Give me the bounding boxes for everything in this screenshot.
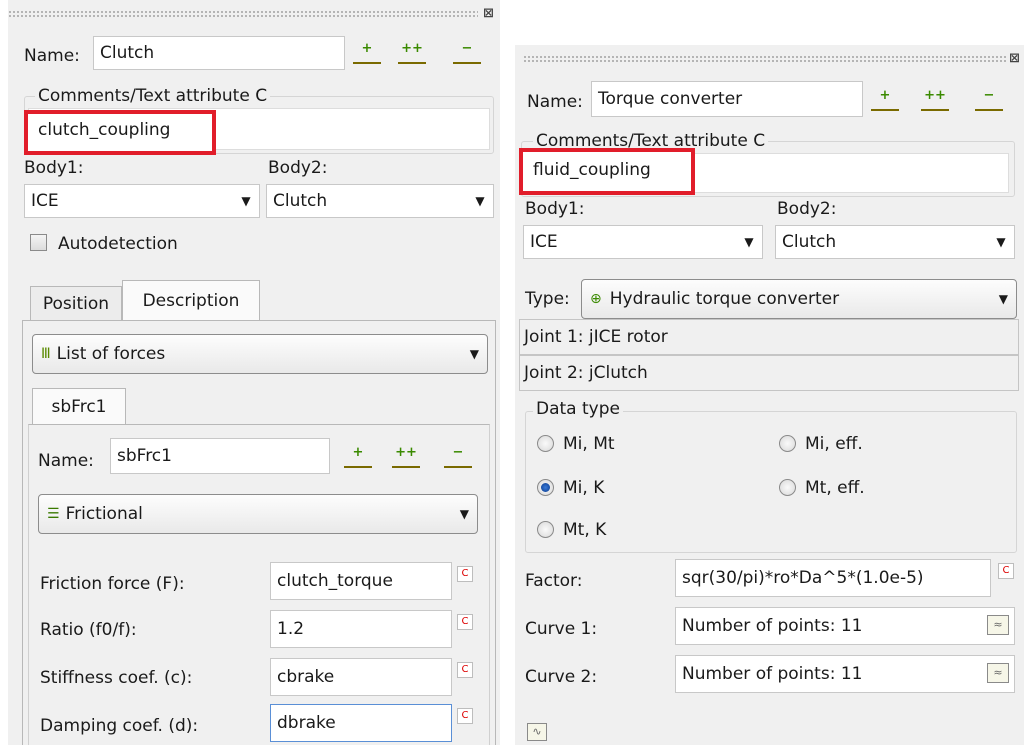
body2-select[interactable]: Clutch ▼ <box>266 184 494 218</box>
type-label: Type: <box>525 289 570 309</box>
forces-type-select[interactable]: Ⅲ List of forces ▼ <box>32 334 488 374</box>
curve1-field[interactable]: Number of points: 11 <box>675 607 1015 645</box>
add-element-icon[interactable]: + <box>871 87 899 111</box>
radio-mi-eff-label: Mi, eff. <box>805 434 863 454</box>
comments-value-highlight: clutch_coupling <box>24 110 216 155</box>
force-type-value: Frictional <box>65 504 143 524</box>
torque-converter-panel: ⊠ Name: Torque converter + ++ − Comments… <box>515 45 1024 745</box>
add-copy-icon[interactable]: ++ <box>392 444 420 468</box>
c-marker-icon[interactable]: C <box>452 662 478 686</box>
radio-mt-k-label: Mt, K <box>563 520 607 540</box>
body1-value: ICE <box>530 232 558 252</box>
autodetection-label: Autodetection <box>58 234 178 254</box>
radio-mi-mt[interactable] <box>537 435 554 452</box>
panel-grip[interactable] <box>8 10 478 17</box>
joint1-label: Joint 1: jICE rotor <box>524 327 668 347</box>
hydraulic-icon: ⊕ <box>590 291 602 307</box>
name-label: Name: <box>527 92 583 112</box>
dropdown-arrow-icon: ▼ <box>469 347 479 361</box>
c-marker-icon[interactable]: C <box>452 708 478 732</box>
curve-editor-icon[interactable]: ≈ <box>987 615 1009 635</box>
body2-label: Body2: <box>268 158 328 178</box>
stiffness-label: Stiffness coef. (c): <box>40 668 193 688</box>
type-select[interactable]: ⊕ Hydraulic torque converter ▼ <box>581 279 1017 319</box>
force-type-select[interactable]: ☰ Frictional ▼ <box>38 494 478 534</box>
c-marker-icon[interactable]: C <box>452 614 478 638</box>
dropdown-arrow-icon: ▼ <box>996 235 1006 249</box>
tab-description[interactable]: Description <box>122 280 260 320</box>
name-input[interactable]: Torque converter <box>591 81 863 117</box>
forces-type-value: List of forces <box>56 344 166 364</box>
radio-mt-eff[interactable] <box>779 479 796 496</box>
name-label: Name: <box>24 46 80 66</box>
damping-label: Damping coef. (d): <box>40 716 199 736</box>
remove-element-icon[interactable]: − <box>444 444 472 468</box>
curve2-label: Curve 2: <box>525 667 598 687</box>
curve2-field[interactable]: Number of points: 11 <box>675 655 1015 693</box>
forces-list-icon: Ⅲ <box>41 346 51 362</box>
body2-label: Body2: <box>777 199 837 219</box>
body2-value: Clutch <box>782 232 837 252</box>
c-marker-icon[interactable]: C <box>993 563 1019 587</box>
autodetection-checkbox[interactable] <box>30 234 47 251</box>
frictional-icon: ☰ <box>47 506 60 522</box>
add-copy-icon[interactable]: ++ <box>398 40 426 64</box>
comments-legend: Comments/Text attribute C <box>35 86 271 106</box>
ratio-input[interactable]: 1.2 <box>270 610 452 648</box>
curve1-value: Number of points: 11 <box>682 616 863 636</box>
panel-grip[interactable] <box>523 55 1007 62</box>
body1-select[interactable]: ICE ▼ <box>523 225 763 259</box>
comments-value-highlight: fluid_coupling <box>519 148 695 195</box>
remove-element-icon[interactable]: − <box>453 40 481 64</box>
dropdown-arrow-icon: ▼ <box>744 235 754 249</box>
dropdown-arrow-icon: ▼ <box>998 292 1008 306</box>
radio-selected-dot <box>541 483 550 492</box>
add-element-icon[interactable]: + <box>353 40 381 64</box>
dropdown-arrow-icon: ▼ <box>475 194 485 208</box>
curve2-value: Number of points: 11 <box>682 664 863 684</box>
body1-value: ICE <box>31 191 59 211</box>
add-element-icon[interactable]: + <box>344 444 372 468</box>
joint2-row[interactable]: Joint 2: jClutch <box>519 355 1019 391</box>
subforce-name-input[interactable]: sbFrc1 <box>110 438 330 474</box>
stiffness-input[interactable]: cbrake <box>270 658 452 696</box>
ratio-label: Ratio (f0/f): <box>40 620 137 640</box>
joint2-label: Joint 2: jClutch <box>524 363 648 383</box>
curve1-label: Curve 1: <box>525 619 598 639</box>
close-icon[interactable]: ⊠ <box>483 7 495 20</box>
joint1-row[interactable]: Joint 1: jICE rotor <box>519 319 1019 355</box>
factor-input[interactable]: sqr(30/pi)*ro*Da^5*(1.0e-5) <box>675 559 991 597</box>
radio-mi-eff[interactable] <box>779 435 796 452</box>
clutch-joint-panel: ⊠ Name: Clutch + ++ − Comments/Text attr… <box>8 0 500 745</box>
body2-value: Clutch <box>273 191 328 211</box>
friction-force-label: Friction force (F): <box>40 574 185 594</box>
type-value: Hydraulic torque converter <box>609 289 840 309</box>
body1-label: Body1: <box>525 199 585 219</box>
radio-mi-k[interactable] <box>537 479 554 496</box>
data-type-legend: Data type <box>533 399 623 419</box>
body1-select[interactable]: ICE ▼ <box>24 184 260 218</box>
remove-element-icon[interactable]: − <box>975 87 1003 111</box>
radio-mt-eff-label: Mt, eff. <box>805 478 865 498</box>
c-marker-icon[interactable]: C <box>452 566 478 590</box>
add-copy-icon[interactable]: ++ <box>921 87 949 111</box>
subtab-sbfrc1[interactable]: sbFrc1 <box>32 388 126 424</box>
body1-label: Body1: <box>24 158 84 178</box>
curve-editor-icon[interactable]: ≈ <box>987 663 1009 683</box>
name-input[interactable]: Clutch <box>93 36 345 70</box>
tab-position[interactable]: Position <box>30 286 122 320</box>
friction-force-input[interactable]: clutch_torque <box>270 562 452 600</box>
graph-icon[interactable]: ∿ <box>527 723 547 741</box>
radio-mi-k-label: Mi, K <box>563 478 605 498</box>
radio-mi-mt-label: Mi, Mt <box>563 434 615 454</box>
close-icon[interactable]: ⊠ <box>1009 52 1021 65</box>
subforce-name-label: Name: <box>38 451 94 471</box>
radio-mt-k[interactable] <box>537 521 554 538</box>
dropdown-arrow-icon: ▼ <box>459 507 469 521</box>
damping-input[interactable]: dbrake <box>270 704 452 742</box>
factor-label: Factor: <box>525 571 583 591</box>
dropdown-arrow-icon: ▼ <box>241 194 251 208</box>
body2-select[interactable]: Clutch ▼ <box>775 225 1015 259</box>
